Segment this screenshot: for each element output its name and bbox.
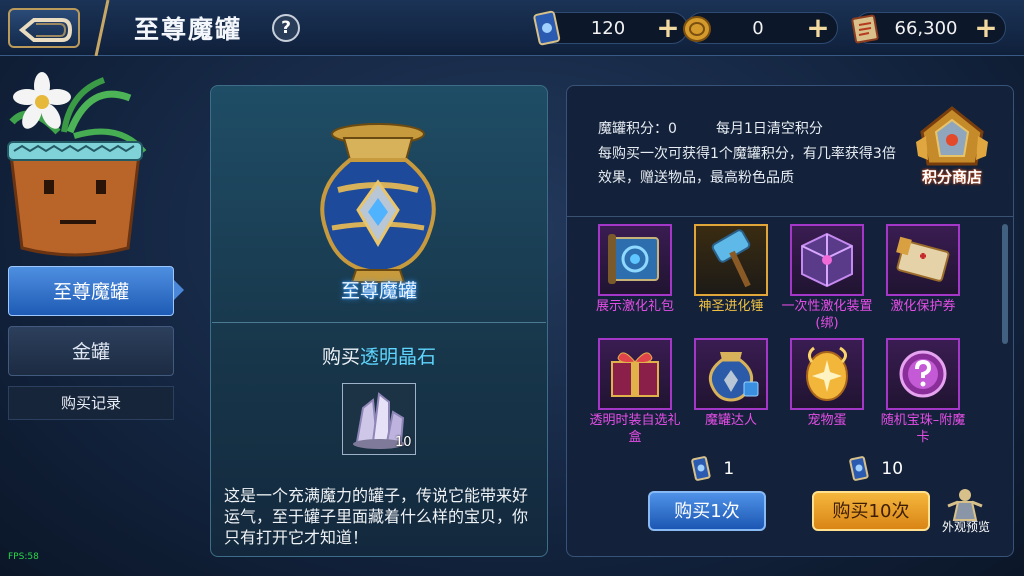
hammer-icon xyxy=(711,229,751,288)
fps-counter: FPS:58 xyxy=(8,552,39,562)
reward-item[interactable]: 宠物蛋 xyxy=(790,338,864,429)
appearance-preview-icon[interactable] xyxy=(944,486,986,522)
card-icon xyxy=(691,456,711,481)
rewards-scrollbar[interactable] xyxy=(1002,224,1008,344)
buy-once-button[interactable]: 购买1次 xyxy=(648,491,766,531)
scroll-gift-icon xyxy=(608,234,659,284)
tab-gold-jar[interactable]: 金罐 xyxy=(8,326,174,376)
jar-description: 这是一个充满魔力的罐子，传说它能带来好运气，至于罐子里面藏着什么样的宝贝，你只有… xyxy=(224,486,529,547)
pet-egg-icon xyxy=(806,346,848,401)
scroll-count: 66,300 xyxy=(894,18,958,39)
reward-item-name: 魔罐达人 xyxy=(704,413,757,428)
jar-name-label: 至尊魔罐 xyxy=(340,280,417,302)
reward-item[interactable]: 一次性激化装置(绑) xyxy=(781,224,873,332)
reward-item[interactable]: 魔罐达人 xyxy=(694,338,768,429)
back-button[interactable] xyxy=(8,8,80,48)
rules-text: 每购买一次可获得1个魔罐积分，有几率获得3倍效果，赠送物品，最高粉色品质 xyxy=(598,146,896,186)
card-icon xyxy=(533,10,561,46)
card-resource: 120 + xyxy=(533,10,688,46)
reward-slot xyxy=(694,224,768,296)
purchase-history-button[interactable]: 购买记录 xyxy=(8,386,174,420)
buy-ten-button[interactable]: 购买10次 xyxy=(812,491,930,531)
appearance-preview-button[interactable]: 外观预览 xyxy=(936,518,996,535)
add-card-button[interactable]: + xyxy=(655,14,681,42)
points-shop-button[interactable]: 积分商店 xyxy=(904,166,1000,187)
reward-item-name: 宠物蛋 xyxy=(807,413,847,428)
coin-resource: 0 + xyxy=(683,12,838,44)
cube-device-icon xyxy=(801,232,853,288)
coin-count: 0 xyxy=(752,18,764,39)
ticket-icon xyxy=(896,236,950,282)
tab-supreme-jar[interactable]: 至尊魔罐 xyxy=(8,266,174,316)
add-coin-button[interactable]: + xyxy=(805,14,831,42)
reward-item-name: 神圣进化锤 xyxy=(698,299,764,314)
reward-item[interactable]: 激化保护券 xyxy=(886,224,960,315)
buy-item-line: 购买透明晶石 xyxy=(210,342,548,369)
back-arrow-icon xyxy=(18,18,73,42)
reward-slot xyxy=(886,224,960,296)
reward-item-name: 随机宝珠–附魔卡 xyxy=(880,413,966,445)
points-reset-note: 每月1日清空积分 xyxy=(716,121,823,137)
active-tab-indicator xyxy=(174,280,184,300)
reward-item-name: 激化保护券 xyxy=(890,299,956,314)
reward-slot xyxy=(598,224,672,296)
reward-item[interactable]: 展示激化礼包 xyxy=(596,224,674,315)
reward-slot xyxy=(598,338,672,410)
reward-item[interactable]: 神圣进化锤 xyxy=(694,224,768,315)
jar-points-label: 魔罐积分：0 xyxy=(598,121,677,137)
coin-icon xyxy=(683,16,711,42)
gift-box-icon xyxy=(611,352,659,397)
reward-slot xyxy=(886,338,960,410)
buy-prefix-label: 购买 xyxy=(321,346,360,368)
jar-master-icon xyxy=(708,352,759,402)
scroll-resource: 66,300 + xyxy=(851,12,1006,44)
reward-slot xyxy=(790,338,864,410)
title-separator xyxy=(94,0,110,56)
page-title: 至尊魔罐 xyxy=(134,15,243,44)
single-buy-cost: 1 xyxy=(690,456,734,482)
card-count: 120 xyxy=(590,18,626,39)
buy-item-name: 透明晶石 xyxy=(360,346,437,368)
flower-pot-mascot-icon xyxy=(7,72,147,257)
reward-item[interactable]: 透明时装自选礼盒 xyxy=(589,338,681,446)
rewards-divider xyxy=(566,216,1014,217)
single-buy-cost-value: 1 xyxy=(723,459,735,479)
add-scroll-button[interactable]: + xyxy=(973,14,999,42)
reward-item-name: 一次性激化装置(绑) xyxy=(781,299,873,331)
reward-slot xyxy=(790,224,864,296)
panel-divider xyxy=(212,322,546,323)
crystal-count: 10 xyxy=(395,435,412,450)
help-button[interactable]: ? xyxy=(272,14,300,42)
scroll-icon xyxy=(851,14,879,44)
supreme-jar-icon xyxy=(320,123,436,283)
card-icon xyxy=(849,456,869,481)
ten-buy-cost: 10 xyxy=(848,456,903,482)
mystery-orb-icon xyxy=(899,350,947,398)
reward-item[interactable]: 随机宝珠–附魔卡 xyxy=(881,338,965,446)
reward-item-name: 展示激化礼包 xyxy=(595,299,674,314)
reward-slot xyxy=(694,338,768,410)
reward-item-name: 透明时装自选礼盒 xyxy=(589,413,681,445)
ten-buy-cost-value: 10 xyxy=(881,459,904,479)
